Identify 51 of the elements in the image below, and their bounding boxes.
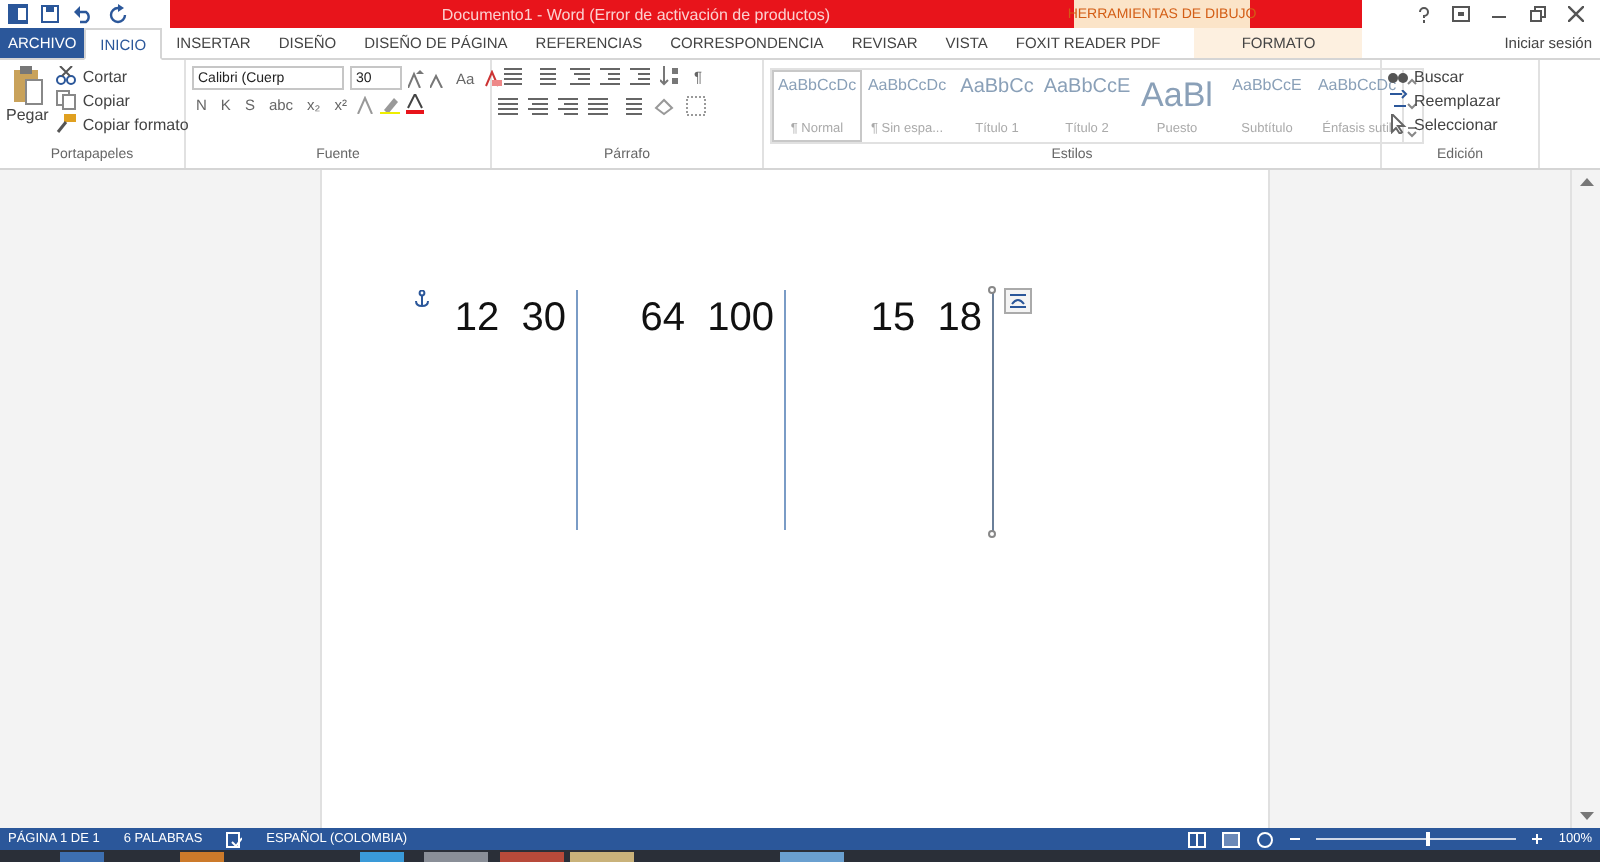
copy-icon bbox=[56, 90, 77, 110]
restore-icon[interactable] bbox=[1530, 6, 1546, 22]
replace-button[interactable]: Reemplazar bbox=[1388, 90, 1501, 110]
brush-icon bbox=[56, 114, 77, 134]
bullets-icon[interactable] bbox=[498, 66, 522, 86]
borders-icon[interactable] bbox=[686, 96, 706, 116]
document-text: 12 30 bbox=[454, 296, 566, 344]
decrease-indent-icon[interactable] bbox=[600, 66, 620, 86]
grow-font-icon[interactable] bbox=[408, 69, 424, 87]
redo-icon[interactable] bbox=[108, 4, 128, 24]
layout-options-icon[interactable] bbox=[1004, 288, 1032, 314]
sort-icon[interactable] bbox=[660, 66, 680, 86]
anchor-icon bbox=[414, 290, 430, 308]
copy-button[interactable]: Copiar bbox=[56, 90, 189, 110]
align-right-icon[interactable] bbox=[558, 96, 578, 116]
scissors-icon bbox=[56, 66, 77, 86]
proofing-icon[interactable] bbox=[226, 831, 243, 847]
format-painter-button[interactable]: Copiar formato bbox=[56, 114, 189, 134]
scroll-up-icon[interactable] bbox=[1579, 176, 1593, 186]
scroll-down-icon[interactable] bbox=[1579, 812, 1593, 822]
read-mode-icon[interactable] bbox=[1188, 831, 1207, 847]
ribbon-display-icon[interactable] bbox=[1452, 6, 1470, 22]
web-layout-icon[interactable] bbox=[1256, 831, 1275, 847]
document-text: 64 100 bbox=[640, 296, 774, 344]
multilevel-list-icon[interactable] bbox=[566, 66, 590, 86]
paste-button[interactable]: Pegar bbox=[6, 66, 49, 148]
font-color-icon[interactable] bbox=[406, 94, 425, 114]
word-logo-icon[interactable] bbox=[8, 4, 28, 24]
close-icon[interactable] bbox=[1568, 6, 1584, 22]
cut-button[interactable]: Cortar bbox=[56, 66, 189, 86]
cursor-icon bbox=[1388, 114, 1408, 134]
help-icon[interactable] bbox=[1418, 5, 1430, 23]
zoom-in-icon[interactable] bbox=[1532, 834, 1543, 844]
window-title: Documento1 - Word (Error de activación de productos) bbox=[441, 5, 831, 23]
zoom-slider[interactable] bbox=[1426, 832, 1431, 846]
document-text: 15 18 bbox=[870, 296, 982, 344]
shrink-font-icon[interactable] bbox=[430, 69, 446, 87]
align-left-icon[interactable] bbox=[498, 96, 518, 116]
replace-icon bbox=[1388, 90, 1408, 110]
undo-icon[interactable] bbox=[72, 4, 96, 24]
shading-icon[interactable] bbox=[652, 96, 676, 116]
clipboard-icon bbox=[11, 66, 44, 106]
text-effects-icon[interactable] bbox=[356, 95, 375, 113]
find-button[interactable]: Buscar bbox=[1388, 66, 1501, 86]
justify-icon[interactable] bbox=[588, 96, 608, 116]
align-center-icon[interactable] bbox=[528, 96, 548, 116]
increase-indent-icon[interactable] bbox=[630, 66, 650, 86]
print-layout-icon[interactable] bbox=[1222, 831, 1241, 847]
save-icon[interactable] bbox=[40, 4, 60, 24]
select-button[interactable]: Seleccionar bbox=[1388, 114, 1501, 134]
clear-formatting-icon[interactable] bbox=[484, 69, 503, 87]
